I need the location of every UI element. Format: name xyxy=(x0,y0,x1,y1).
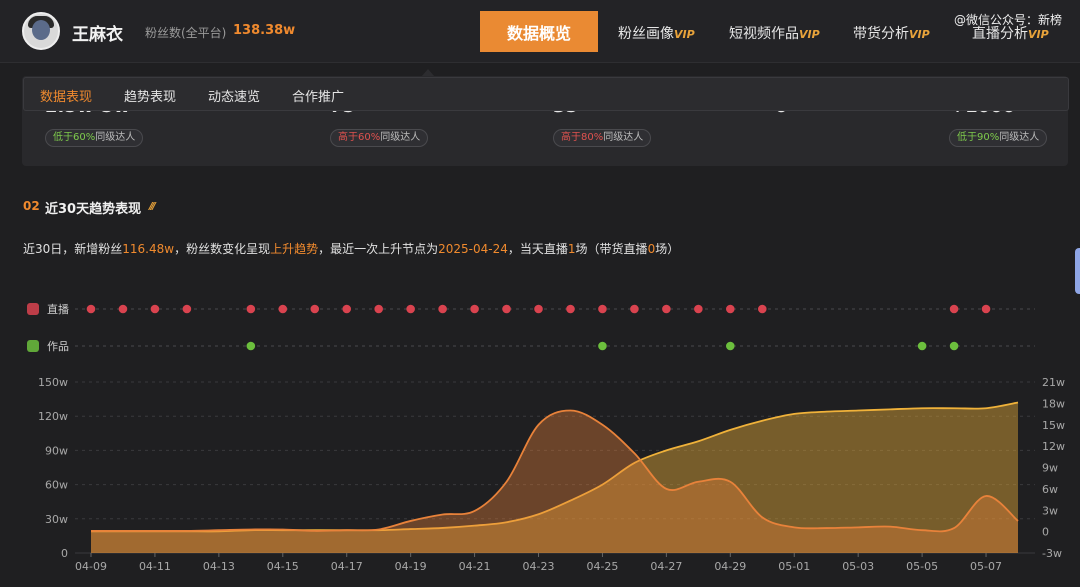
y-tick-left: 120w xyxy=(38,410,68,423)
event-dot xyxy=(694,304,703,314)
event-dot xyxy=(726,304,735,314)
subtab-dynamics[interactable]: 动态速览 xyxy=(208,86,260,105)
y-tick-right: 0 xyxy=(1042,526,1049,539)
y-tick-right: 15w xyxy=(1042,419,1065,432)
event-dot xyxy=(534,304,543,314)
x-tick-label: 05-03 xyxy=(842,560,874,573)
x-tick-label: 04-27 xyxy=(650,560,682,573)
y-tick-right: 3w xyxy=(1042,504,1058,517)
y-tick-left: 30w xyxy=(45,513,68,526)
x-tick-label: 04-09 xyxy=(75,560,107,573)
y-tick-right: 6w xyxy=(1042,483,1058,496)
live-icon xyxy=(27,303,39,315)
x-tick-label: 04-23 xyxy=(523,560,555,573)
event-dot xyxy=(502,304,511,314)
x-tick-label: 05-01 xyxy=(778,560,810,573)
event-row-label: 作品 xyxy=(47,340,69,353)
event-dot xyxy=(86,304,96,314)
event-dot xyxy=(662,304,671,314)
event-dot xyxy=(438,304,447,314)
event-dot xyxy=(278,304,288,314)
event-dot xyxy=(598,341,607,351)
y-tick-right: 9w xyxy=(1042,462,1058,475)
x-tick-label: 04-29 xyxy=(714,560,746,573)
event-dot xyxy=(949,341,959,351)
event-dot xyxy=(310,304,320,314)
x-tick-label: 04-15 xyxy=(267,560,299,573)
subtab-trend[interactable]: 趋势表现 xyxy=(124,86,176,105)
y-tick-left: 150w xyxy=(38,376,68,389)
event-dot xyxy=(182,304,192,314)
event-dot xyxy=(757,304,767,314)
y-tick-right: 21w xyxy=(1042,376,1065,389)
subtab-dropdown: 数据表现 趋势表现 动态速览 合作推广 xyxy=(23,77,1069,111)
y-tick-right: -3w xyxy=(1042,547,1062,560)
event-dot xyxy=(118,304,128,314)
y-tick-right: 12w xyxy=(1042,440,1065,453)
subtab-performance[interactable]: 数据表现 xyxy=(40,86,92,105)
works-icon xyxy=(27,340,39,352)
x-tick-label: 05-05 xyxy=(906,560,938,573)
x-tick-label: 05-07 xyxy=(970,560,1002,573)
event-dot xyxy=(406,304,415,314)
event-dot xyxy=(150,304,160,314)
event-dot xyxy=(374,304,383,314)
y-tick-left: 0 xyxy=(61,547,68,560)
subtab-cooperation[interactable]: 合作推广 xyxy=(292,86,344,105)
y-tick-left: 60w xyxy=(45,479,68,492)
event-dot xyxy=(246,341,256,351)
x-tick-label: 04-19 xyxy=(395,560,427,573)
event-dot xyxy=(981,304,991,314)
y-tick-left: 90w xyxy=(45,444,68,457)
x-tick-label: 04-17 xyxy=(331,560,363,573)
event-dot xyxy=(342,304,352,314)
event-dot xyxy=(566,304,575,314)
event-dot xyxy=(726,341,735,351)
x-tick-label: 04-25 xyxy=(586,560,618,573)
event-dot xyxy=(598,304,607,314)
event-row-label: 直播 xyxy=(47,302,69,316)
x-tick-label: 04-11 xyxy=(139,560,171,573)
x-tick-label: 04-21 xyxy=(459,560,491,573)
event-dot xyxy=(630,304,639,314)
event-dot xyxy=(246,304,256,314)
event-dot xyxy=(470,304,479,314)
event-dot xyxy=(949,304,959,314)
x-tick-label: 04-13 xyxy=(203,560,235,573)
y-tick-right: 18w xyxy=(1042,397,1065,410)
event-dot xyxy=(917,341,927,351)
